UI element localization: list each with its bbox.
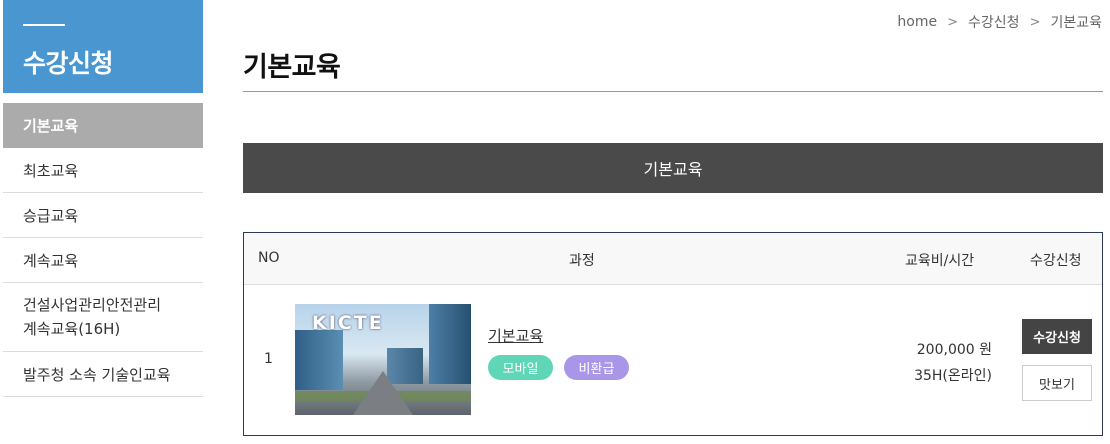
sidebar-item-client-technician-education[interactable]: 발주청 소속 기술인교육 bbox=[3, 352, 203, 397]
sidebar-item-safety-management-education[interactable]: 건설사업관리안전관리 계속교육(16H) bbox=[3, 283, 203, 352]
breadcrumb: home > 수강신청 > 기본교육 bbox=[897, 12, 1102, 32]
sidebar-item-promotion-education[interactable]: 승급교육 bbox=[3, 193, 203, 238]
course-table: NO 과정 교육비/시간 수강신청 1 KICTE 기본교육 모바일 비환급 2… bbox=[243, 232, 1103, 436]
table-row: 1 KICTE 기본교육 모바일 비환급 200,000 원 35H(온라인) … bbox=[244, 285, 1102, 435]
course-thumbnail[interactable]: KICTE bbox=[295, 304, 471, 415]
sidebar-item-basic-education[interactable]: 기본교육 bbox=[3, 103, 203, 148]
thumbnail-building bbox=[295, 330, 343, 390]
sidebar-menu: 기본교육 최초교육 승급교육 계속교육 건설사업관리안전관리 계속교육(16H)… bbox=[3, 103, 203, 397]
thumbnail-building bbox=[429, 304, 471, 384]
title-divider bbox=[243, 91, 1103, 92]
chevron-right-icon: > bbox=[1029, 14, 1041, 30]
sidebar: 수강신청 기본교육 최초교육 승급교육 계속교육 건설사업관리안전관리 계속교육… bbox=[3, 0, 203, 397]
non-refundable-badge: 비환급 bbox=[564, 355, 629, 380]
page-title: 기본교육 bbox=[243, 52, 341, 83]
sidebar-item-continuing-education[interactable]: 계속교육 bbox=[3, 238, 203, 283]
breadcrumb-current[interactable]: 기본교육 bbox=[1050, 12, 1102, 32]
course-fee: 200,000 원 bbox=[916, 342, 992, 358]
mobile-badge: 모바일 bbox=[488, 355, 553, 380]
breadcrumb-registration[interactable]: 수강신청 bbox=[968, 12, 1020, 32]
breadcrumb-home[interactable]: home bbox=[897, 14, 937, 30]
thumbnail-logo-text: KICTE bbox=[312, 312, 384, 334]
sidebar-title: 수강신청 bbox=[23, 49, 114, 78]
fee-and-hours: 200,000 원 35H(온라인) bbox=[914, 337, 992, 389]
table-header: NO 과정 교육비/시간 수강신청 bbox=[244, 233, 1102, 285]
column-header-course: 과정 bbox=[569, 253, 595, 269]
apply-button[interactable]: 수강신청 bbox=[1022, 319, 1092, 354]
column-header-apply: 수강신청 bbox=[1030, 253, 1082, 269]
chevron-right-icon: > bbox=[947, 14, 959, 30]
row-number: 1 bbox=[264, 351, 273, 367]
column-header-fee: 교육비/시간 bbox=[905, 253, 975, 269]
course-title-link[interactable]: 기본교육 bbox=[488, 325, 543, 346]
preview-button[interactable]: 맛보기 bbox=[1022, 365, 1092, 401]
section-header: 기본교육 bbox=[243, 143, 1103, 193]
sidebar-header: 수강신청 bbox=[3, 0, 203, 93]
header-decorative-line bbox=[23, 24, 65, 26]
thumbnail-road bbox=[353, 371, 413, 415]
course-hours: 35H(온라인) bbox=[914, 368, 992, 384]
sidebar-item-initial-education[interactable]: 최초교육 bbox=[3, 148, 203, 193]
column-header-no: NO bbox=[258, 250, 280, 266]
